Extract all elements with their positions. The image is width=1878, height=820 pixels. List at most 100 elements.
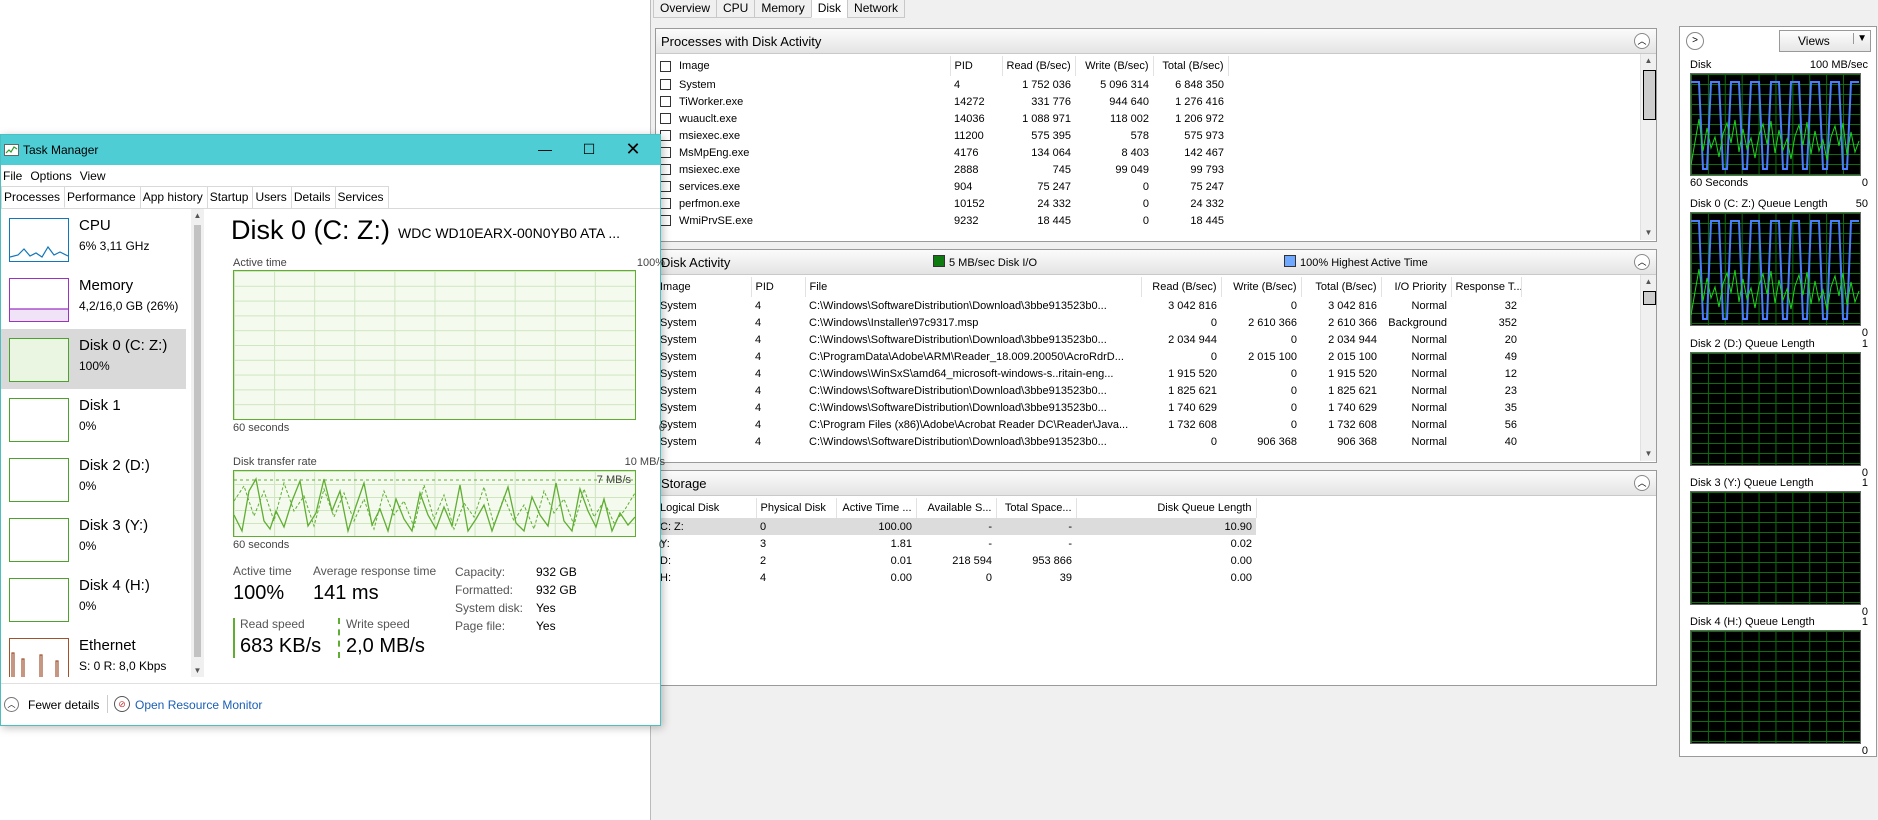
tab-app-history[interactable]: App history bbox=[139, 186, 208, 208]
table-row[interactable]: MsMpEng.exe 4176 134 064 8 403 142 467 bbox=[656, 144, 1641, 161]
tab-disk[interactable]: Disk bbox=[810, 0, 849, 18]
table-row[interactable]: System 4 C:\Windows\SoftwareDistribution\D… bbox=[656, 433, 1641, 450]
sidebar-item[interactable]: Disk 0 (C: Z:) 100% bbox=[1, 329, 186, 389]
tab-cpu[interactable]: CPU bbox=[716, 0, 756, 18]
scroll-thumb[interactable] bbox=[1643, 291, 1656, 305]
table-row[interactable]: msiexec.exe 2888 745 99 049 99 793 bbox=[656, 161, 1641, 178]
table-row[interactable]: services.exe 904 75 247 0 75 247 bbox=[656, 178, 1641, 195]
col-physical-disk[interactable]: Physical Disk bbox=[756, 498, 837, 518]
row-checkbox[interactable] bbox=[660, 113, 671, 125]
row-checkbox[interactable] bbox=[660, 164, 671, 176]
disk-activity-header[interactable]: Disk Activity 5 MB/sec Disk I/O 100% Hig… bbox=[656, 250, 1656, 275]
tab-performance[interactable]: Performance bbox=[64, 186, 141, 208]
col-write[interactable]: Write (B/sec) bbox=[1221, 277, 1302, 297]
col-image[interactable]: Image bbox=[656, 56, 951, 76]
row-checkbox[interactable] bbox=[660, 215, 671, 227]
row-checkbox[interactable] bbox=[660, 147, 671, 159]
table-row[interactable]: TiWorker.exe 14272 331 776 944 640 1 276 416 bbox=[656, 93, 1641, 110]
tab-details[interactable]: Details bbox=[290, 186, 336, 208]
table-row[interactable]: msiexec.exe 11200 575 395 578 575 973 bbox=[656, 127, 1641, 144]
scroll-thumb[interactable] bbox=[1643, 70, 1656, 120]
col-active-time[interactable]: Active Time ... bbox=[836, 498, 917, 518]
col-pid[interactable]: PID bbox=[751, 277, 806, 297]
views-button[interactable]: Views ▼ bbox=[1779, 30, 1871, 52]
col-response-time[interactable]: Response T... bbox=[1451, 277, 1522, 297]
scroll-down-icon[interactable]: ▼ bbox=[1641, 447, 1656, 461]
col-queue-length[interactable]: Disk Queue Length bbox=[1076, 498, 1257, 518]
title-bar[interactable]: Task Manager — ☐ ✕ bbox=[1, 135, 660, 165]
maximize-icon[interactable]: ☐ bbox=[567, 135, 611, 165]
scroll-up-icon[interactable]: ▲ bbox=[1641, 54, 1656, 68]
minimize-icon[interactable]: — bbox=[523, 135, 567, 165]
col-image[interactable]: Image bbox=[656, 277, 752, 297]
tab-users[interactable]: Users bbox=[252, 186, 292, 208]
table-row[interactable]: System 4 C:\Windows\WinSxS\amd64_microsoft… bbox=[656, 365, 1641, 382]
table-row[interactable]: H: 4 0.00 0 39 0.00 bbox=[656, 569, 1256, 586]
row-checkbox[interactable] bbox=[660, 181, 671, 193]
collapse-icon[interactable]: ︿ bbox=[1634, 254, 1650, 270]
col-io-priority[interactable]: I/O Priority bbox=[1381, 277, 1452, 297]
table-row[interactable]: System 4 C:\Windows\SoftwareDistribution\D… bbox=[656, 297, 1641, 314]
row-checkbox[interactable] bbox=[660, 79, 671, 91]
col-available-space[interactable]: Available S... bbox=[916, 498, 997, 518]
collapse-icon[interactable]: ︿ bbox=[1634, 33, 1650, 49]
collapse-up-icon[interactable]: ︿ bbox=[4, 697, 19, 712]
table-row[interactable]: System 4 C:\ProgramData\Adobe\ARM\Reader_1… bbox=[656, 348, 1641, 365]
table-row[interactable]: System 4 1 752 036 5 096 314 6 848 350 bbox=[656, 76, 1641, 93]
scroll-down-icon[interactable]: ▼ bbox=[1641, 226, 1656, 240]
expand-right-icon[interactable]: > bbox=[1686, 32, 1704, 50]
col-logical-disk[interactable]: Logical Disk bbox=[656, 498, 757, 518]
table-row[interactable]: System 4 C:\Windows\SoftwareDistribution\D… bbox=[656, 331, 1641, 348]
menu-view[interactable]: View bbox=[78, 166, 112, 186]
sidebar-item[interactable]: Disk 3 (Y:) 0% bbox=[1, 509, 186, 569]
col-total[interactable]: Total (B/sec) bbox=[1301, 277, 1382, 297]
row-checkbox[interactable] bbox=[660, 96, 671, 108]
tab-network[interactable]: Network bbox=[847, 0, 906, 18]
sidebar-item[interactable]: CPU 6% 3,11 GHz bbox=[1, 209, 186, 269]
table-row[interactable]: System 4 C:\Program Files (x86)\Adobe\Acro… bbox=[656, 416, 1641, 433]
col-read[interactable]: Read (B/sec) bbox=[1141, 277, 1222, 297]
sidebar-item[interactable]: Ethernet S: 0 R: 8,0 Kbps bbox=[1, 629, 186, 677]
scroll-down-icon[interactable]: ▼ bbox=[191, 666, 204, 675]
tab-startup[interactable]: Startup bbox=[206, 186, 254, 208]
tab-memory[interactable]: Memory bbox=[754, 0, 812, 18]
scroll-up-icon[interactable]: ▲ bbox=[191, 211, 204, 220]
fewer-details-link[interactable]: Fewer details bbox=[28, 698, 99, 712]
table-row[interactable]: perfmon.exe 10152 24 332 0 24 332 bbox=[656, 195, 1641, 212]
col-total[interactable]: Total (B/sec) bbox=[1153, 56, 1229, 76]
open-resource-monitor-link[interactable]: Open Resource Monitor bbox=[135, 698, 262, 712]
table-row[interactable]: System 4 C:\Windows\SoftwareDistribution\D… bbox=[656, 399, 1641, 416]
select-all-checkbox[interactable] bbox=[660, 60, 671, 72]
table-row[interactable]: D: 2 0.01 218 594 953 866 0.00 bbox=[656, 552, 1256, 569]
table-row[interactable]: Y: 3 1.81 - - 0.02 bbox=[656, 535, 1256, 552]
processes-header[interactable]: Processes with Disk Activity ︿ bbox=[656, 29, 1656, 54]
tab-processes[interactable]: Processes bbox=[1, 186, 66, 208]
col-read[interactable]: Read (B/sec) bbox=[1002, 56, 1076, 76]
close-icon[interactable]: ✕ bbox=[611, 135, 655, 165]
scroll-thumb[interactable] bbox=[194, 225, 201, 657]
col-total-space[interactable]: Total Space... bbox=[996, 498, 1077, 518]
menu-options[interactable]: Options bbox=[28, 166, 77, 186]
scroll-up-icon[interactable]: ▲ bbox=[1641, 275, 1656, 289]
col-file[interactable]: File bbox=[805, 277, 1142, 297]
menu-file[interactable]: File bbox=[1, 166, 28, 186]
tab-overview[interactable]: Overview bbox=[653, 0, 718, 18]
table-row[interactable]: System 4 C:\Windows\SoftwareDistribution\D… bbox=[656, 382, 1641, 399]
table-row[interactable]: C: Z: 0 100.00- -10.90 bbox=[656, 518, 1256, 535]
col-pid[interactable]: PID bbox=[950, 56, 1003, 76]
sidebar-item[interactable]: Disk 1 0% bbox=[1, 389, 186, 449]
row-checkbox[interactable] bbox=[660, 198, 671, 210]
table-row[interactable]: System 4 C:\Windows\Installer\97c9317.msp 0… bbox=[656, 314, 1641, 331]
sidebar-item[interactable]: Disk 2 (D:) 0% bbox=[1, 449, 186, 509]
table-row[interactable]: wuauclt.exe 14036 1 088 971 118 002 1 206 97… bbox=[656, 110, 1641, 127]
sidebar-item[interactable]: Memory 4,2/16,0 GB (26%) bbox=[1, 269, 186, 329]
row-checkbox[interactable] bbox=[660, 130, 671, 142]
tab-services[interactable]: Services bbox=[334, 186, 389, 208]
table-row[interactable]: WmiPrvSE.exe 9232 18 445 0 18 445 bbox=[656, 212, 1641, 229]
col-write[interactable]: Write (B/sec) bbox=[1075, 56, 1154, 76]
sidebar-item[interactable]: Disk 4 (H:) 0% bbox=[1, 569, 186, 629]
collapse-icon[interactable]: ︿ bbox=[1634, 475, 1650, 491]
sidebar-scrollbar[interactable]: ▲ ▼ bbox=[191, 209, 204, 677]
disk-activity-scrollbar[interactable]: ▲ ▼ bbox=[1640, 275, 1656, 461]
storage-header[interactable]: Storage ︿ bbox=[656, 471, 1656, 496]
